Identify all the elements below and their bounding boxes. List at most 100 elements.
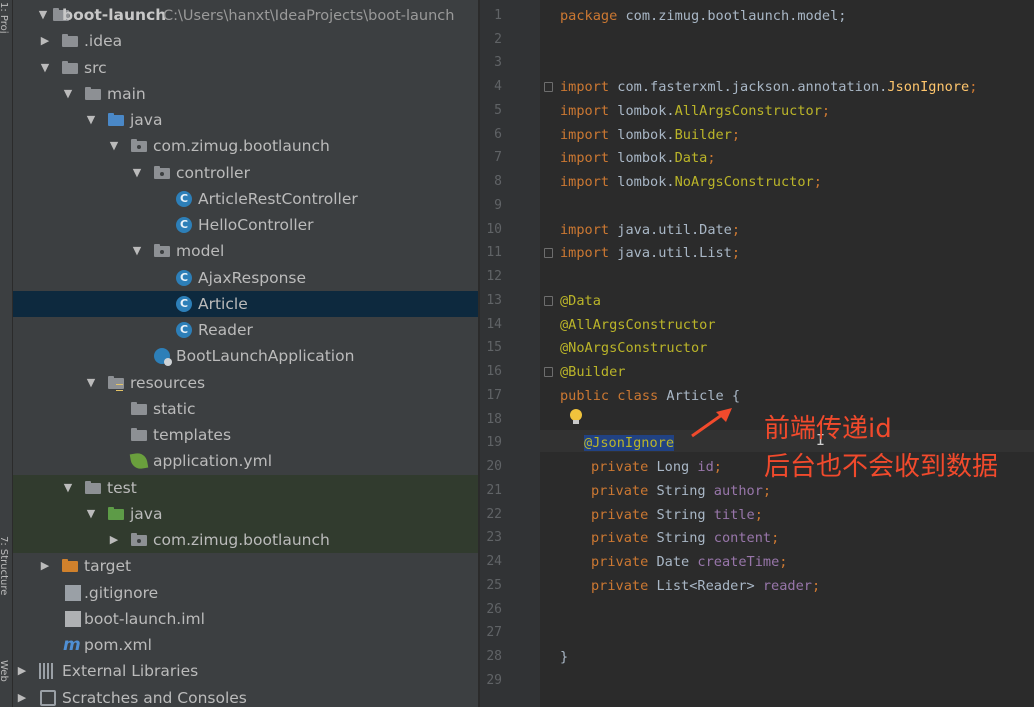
code-line: public class Article {	[560, 388, 741, 404]
tree-item-static[interactable]: static	[13, 396, 478, 422]
line-number: 27	[486, 625, 502, 640]
folder-icon	[85, 86, 101, 102]
chevron-down-icon[interactable]: ▼	[62, 87, 74, 101]
excluded-folder-icon	[62, 558, 78, 574]
fold-marker-icon[interactable]	[544, 367, 553, 377]
tree-item-ajax-response[interactable]: C AjaxResponse	[13, 265, 478, 291]
spring-leaf-icon	[129, 451, 149, 471]
tree-item-label: com.zimug.bootlaunch	[153, 531, 330, 549]
tree-item-test-java[interactable]: ▼ java	[13, 501, 478, 527]
chevron-right-icon[interactable]: ▶	[108, 533, 120, 547]
code-line: import lombok.NoArgsConstructor;	[560, 174, 822, 190]
tree-item-label: pom.xml	[84, 636, 152, 654]
project-tree: ▼ boot-launch C:\Users\hanxt\IdeaProject…	[13, 0, 478, 707]
chevron-down-icon[interactable]: ▼	[131, 244, 143, 258]
code-line: @Builder	[560, 364, 626, 380]
line-number: 3	[494, 55, 502, 70]
tree-item-pom[interactable]: m pom.xml	[13, 632, 478, 658]
fold-marker-icon[interactable]	[544, 248, 553, 258]
tree-item-label: External Libraries	[62, 662, 199, 680]
annotation-arrow-icon	[691, 408, 732, 438]
source-folder-icon	[108, 112, 124, 128]
tree-item-label: test	[107, 479, 137, 497]
fold-marker-icon[interactable]	[544, 82, 553, 92]
code-line: @Data	[560, 293, 601, 309]
line-number: 12	[486, 269, 502, 284]
tree-item-controller[interactable]: ▼ controller	[13, 160, 478, 186]
tree-item-label: boot-launch.iml	[84, 610, 205, 628]
tree-item-model[interactable]: ▼ model	[13, 238, 478, 264]
root-project-path: C:\Users\hanxt\IdeaProjects\boot-launch	[163, 8, 455, 24]
chevron-down-icon[interactable]: ▼	[37, 8, 49, 22]
tool-window-strip: 1: Proj 7: Structure Web	[0, 0, 13, 707]
project-tool-tab[interactable]: 1: Proj	[0, 2, 9, 34]
line-number: 24	[486, 554, 502, 569]
tree-item-scratches[interactable]: ▶ Scratches and Consoles	[13, 685, 478, 707]
tree-item-main[interactable]: ▼ main	[13, 81, 478, 107]
tree-item-label: java	[130, 505, 163, 523]
chevron-right-icon[interactable]: ▶	[16, 691, 28, 705]
chevron-down-icon[interactable]: ▼	[108, 139, 120, 153]
fold-marker-icon[interactable]	[544, 296, 553, 306]
tree-item-reader[interactable]: C Reader	[13, 317, 478, 343]
web-tool-tab[interactable]: Web	[0, 660, 9, 682]
libraries-icon	[39, 663, 55, 679]
tree-item-label: Reader	[198, 321, 253, 339]
tree-item-test[interactable]: ▼ test	[13, 475, 478, 501]
chevron-right-icon[interactable]: ▶	[39, 34, 51, 48]
class-icon: C	[176, 322, 192, 338]
tree-item-label: target	[84, 557, 132, 575]
chevron-down-icon[interactable]: ▼	[85, 376, 97, 390]
class-icon: C	[176, 270, 192, 286]
resources-folder-icon	[108, 375, 124, 391]
line-number: 8	[494, 174, 502, 189]
chevron-down-icon[interactable]: ▼	[85, 507, 97, 521]
tree-item-label: src	[84, 59, 107, 77]
code-line: import java.util.Date;	[560, 222, 741, 238]
package-icon	[131, 532, 147, 548]
tree-item-target[interactable]: ▶ target	[13, 553, 478, 579]
tree-item-article[interactable]: C Article	[13, 291, 478, 317]
tree-item-label: controller	[176, 164, 250, 182]
chevron-right-icon[interactable]: ▶	[16, 664, 28, 678]
line-number: 29	[486, 673, 502, 688]
test-source-folder-icon	[108, 506, 124, 522]
line-number: 13	[486, 293, 502, 308]
code-line: import lombok.AllArgsConstructor;	[560, 103, 831, 119]
tree-item-gitignore[interactable]: .gitignore	[13, 580, 478, 606]
line-number: 6	[494, 127, 502, 142]
line-number: 5	[494, 103, 502, 118]
folder-icon	[62, 33, 78, 49]
folder-icon	[131, 401, 147, 417]
tree-item-idea[interactable]: ▶ .idea	[13, 28, 478, 54]
tree-item-test-package[interactable]: ▶ com.zimug.bootlaunch	[13, 527, 478, 553]
code-line: package com.zimug.bootlaunch.model;	[560, 8, 847, 24]
tree-item-iml[interactable]: boot-launch.iml	[13, 606, 478, 632]
lightbulb-icon[interactable]	[570, 409, 582, 424]
code-line: private List<Reader> reader;	[591, 578, 821, 594]
root-project-name: boot-launch	[62, 6, 167, 24]
tree-item-label: com.zimug.bootlaunch	[153, 137, 330, 155]
code-line: import lombok.Builder;	[560, 127, 741, 143]
code-editor[interactable]: 1 2 3 4 5 6 7 8 9 10 11 12 13 14 15 16 1…	[480, 0, 1034, 707]
tree-item-src[interactable]: ▼ src	[13, 55, 478, 81]
code-line: @NoArgsConstructor	[560, 340, 708, 356]
chevron-down-icon[interactable]: ▼	[62, 481, 74, 495]
spring-boot-app-icon	[154, 348, 172, 366]
tree-item-application-yml[interactable]: application.yml	[13, 448, 478, 474]
chevron-right-icon[interactable]: ▶	[39, 559, 51, 573]
tree-item-templates[interactable]: templates	[13, 422, 478, 448]
tree-root[interactable]: ▼ boot-launch C:\Users\hanxt\IdeaProject…	[13, 2, 478, 28]
chevron-down-icon[interactable]: ▼	[131, 166, 143, 180]
chevron-down-icon[interactable]: ▼	[39, 61, 51, 75]
tree-item-boot-launch-application[interactable]: BootLaunchApplication	[13, 343, 478, 369]
tree-item-article-rest-controller[interactable]: C ArticleRestController	[13, 186, 478, 212]
code-line: import lombok.Data;	[560, 150, 716, 166]
tree-item-main-java[interactable]: ▼ java	[13, 107, 478, 133]
tree-item-external-libraries[interactable]: ▶ External Libraries	[13, 658, 478, 684]
tree-item-hello-controller[interactable]: C HelloController	[13, 212, 478, 238]
tree-item-resources[interactable]: ▼ resources	[13, 370, 478, 396]
chevron-down-icon[interactable]: ▼	[85, 113, 97, 127]
structure-tool-tab[interactable]: 7: Structure	[0, 536, 9, 595]
tree-item-package[interactable]: ▼ com.zimug.bootlaunch	[13, 133, 478, 159]
